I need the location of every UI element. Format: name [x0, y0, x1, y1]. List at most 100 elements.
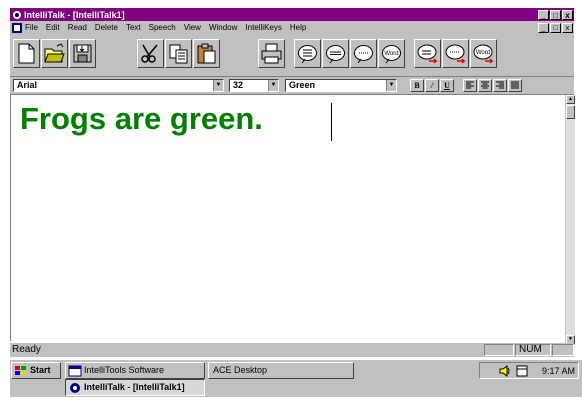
- new-document-icon: [18, 43, 35, 64]
- status-num: NUM: [515, 344, 551, 356]
- size-select[interactable]: 32 ▼: [229, 79, 279, 92]
- task-label: IntelliTalk - [IntelliTalk1]: [84, 382, 185, 392]
- document-area[interactable]: Frogs are green.: [10, 95, 566, 341]
- task-ace-desktop[interactable]: ACE Desktop: [208, 362, 354, 379]
- intellitalk-window: IntelliTalk - [IntelliTalk1] _ □ x File …: [0, 0, 582, 397]
- chevron-down-icon[interactable]: ▼: [386, 80, 396, 91]
- close-button[interactable]: x: [562, 9, 573, 20]
- font-value: Arial: [17, 80, 38, 90]
- speak-arrow-word-button[interactable]: Word: [470, 39, 497, 68]
- italic-button[interactable]: /: [425, 79, 439, 92]
- vertical-scrollbar[interactable]: ▲ ▼: [565, 95, 575, 345]
- align-left-button[interactable]: [463, 79, 477, 92]
- window-title: IntelliTalk - [IntelliTalk1]: [24, 9, 125, 20]
- align-right-icon: [496, 81, 504, 89]
- minimize-button[interactable]: _: [538, 9, 549, 20]
- menu-read[interactable]: Read: [68, 23, 87, 32]
- align-center-icon: [481, 81, 489, 89]
- menu-view[interactable]: View: [184, 23, 201, 32]
- speak-sentence-button[interactable]: [322, 39, 349, 68]
- speak-arrow-word-label: Word: [476, 50, 490, 56]
- open-button[interactable]: [41, 39, 68, 68]
- menu-speech[interactable]: Speech: [149, 23, 176, 32]
- menu-window[interactable]: Window: [209, 23, 237, 32]
- speak-paragraph-button[interactable]: [294, 39, 321, 68]
- paste-button[interactable]: [193, 39, 220, 68]
- task-label: ACE Desktop: [213, 365, 268, 375]
- menu-delete[interactable]: Delete: [95, 23, 118, 32]
- task-intellitalk[interactable]: IntelliTalk - [IntelliTalk1]: [65, 379, 205, 396]
- justify-icon: [511, 81, 519, 89]
- windows-logo-icon: [15, 365, 26, 375]
- align-center-button[interactable]: [478, 79, 492, 92]
- folder-window-icon: [68, 365, 82, 376]
- restore-button[interactable]: □: [550, 9, 561, 20]
- speaker-icon[interactable]: [498, 364, 512, 377]
- print-icon: [261, 43, 282, 64]
- speech-arrow-paragraph-icon: [417, 44, 438, 64]
- scroll-up-button[interactable]: ▲: [566, 95, 575, 104]
- speak-arrow-sentence-button[interactable]: [442, 39, 469, 68]
- cut-button[interactable]: [137, 39, 164, 68]
- cut-scissors-icon: [141, 44, 158, 63]
- status-bar: Ready NUM: [10, 343, 574, 357]
- text-caret: [331, 103, 332, 141]
- speak-word-button[interactable]: Word: [378, 39, 405, 68]
- align-right-button[interactable]: [493, 79, 507, 92]
- speak-paragraph-icon: [298, 45, 317, 64]
- system-tray: 9:17 AM: [479, 362, 579, 379]
- intellitalk-app-icon: [13, 10, 21, 19]
- copy-button[interactable]: [165, 39, 192, 68]
- doc-close-button[interactable]: x: [562, 22, 573, 33]
- task-label: IntelliTools Software: [84, 365, 165, 375]
- align-left-icon: [466, 81, 474, 89]
- speak-phrase-icon: [354, 45, 373, 64]
- menu-intellikeys[interactable]: IntelliKeys: [245, 23, 281, 32]
- menu-file[interactable]: File: [25, 23, 38, 32]
- underline-button[interactable]: U: [440, 79, 454, 92]
- title-bar: IntelliTalk - [IntelliTalk1] _ □ x: [10, 8, 574, 21]
- color-select[interactable]: Green ▼: [285, 79, 397, 92]
- task-intellitools-software[interactable]: IntelliTools Software: [65, 362, 205, 379]
- status-pane-empty: [484, 344, 514, 356]
- start-button[interactable]: Start: [11, 362, 61, 379]
- document-text[interactable]: Frogs are green.: [20, 101, 263, 137]
- speak-phrase-button[interactable]: [350, 39, 377, 68]
- speech-arrow-sentence-icon: [445, 44, 466, 64]
- doc-minimize-button[interactable]: _: [538, 22, 549, 33]
- clock-time: 9:17 AM: [542, 365, 576, 376]
- paste-clipboard-icon: [197, 43, 216, 64]
- chevron-down-icon[interactable]: ▼: [213, 80, 223, 91]
- speech-arrow-word-icon: Word: [473, 44, 494, 64]
- calendar-icon[interactable]: [516, 365, 528, 377]
- document-icon[interactable]: [12, 22, 22, 33]
- format-bar: Arial ▼ 32 ▼ Green ▼ B / U: [10, 77, 574, 95]
- status-ready: Ready: [12, 344, 41, 355]
- print-button[interactable]: [258, 39, 285, 68]
- justify-button[interactable]: [508, 79, 522, 92]
- speak-word-label: Word: [384, 51, 398, 57]
- save-disk-icon: [73, 44, 92, 63]
- speak-word-icon: Word: [382, 45, 401, 64]
- menu-help[interactable]: Help: [290, 23, 306, 32]
- taskbar: Start IntelliTools Software ACE Desktop …: [10, 359, 582, 397]
- doc-restore-button[interactable]: □: [550, 22, 561, 33]
- font-select[interactable]: Arial ▼: [13, 79, 224, 92]
- open-folder-icon: [44, 43, 65, 63]
- new-button[interactable]: [13, 39, 40, 68]
- start-label: Start: [30, 365, 51, 375]
- menu-bar: File Edit Read Delete Text Speech View W…: [10, 21, 574, 34]
- size-value: 32: [233, 80, 244, 90]
- save-button[interactable]: [69, 39, 96, 68]
- scroll-thumb[interactable]: [566, 105, 575, 119]
- toolbar: Word Word: [10, 34, 574, 77]
- bold-button[interactable]: B: [410, 79, 424, 92]
- intellitalk-task-icon: [70, 382, 80, 393]
- menu-text[interactable]: Text: [126, 23, 141, 32]
- color-value: Green: [289, 80, 316, 90]
- menu-edit[interactable]: Edit: [46, 23, 60, 32]
- speak-arrow-paragraph-button[interactable]: [414, 39, 441, 68]
- status-pane-empty-2: [552, 344, 574, 356]
- copy-icon: [169, 44, 188, 64]
- chevron-down-icon[interactable]: ▼: [268, 80, 278, 91]
